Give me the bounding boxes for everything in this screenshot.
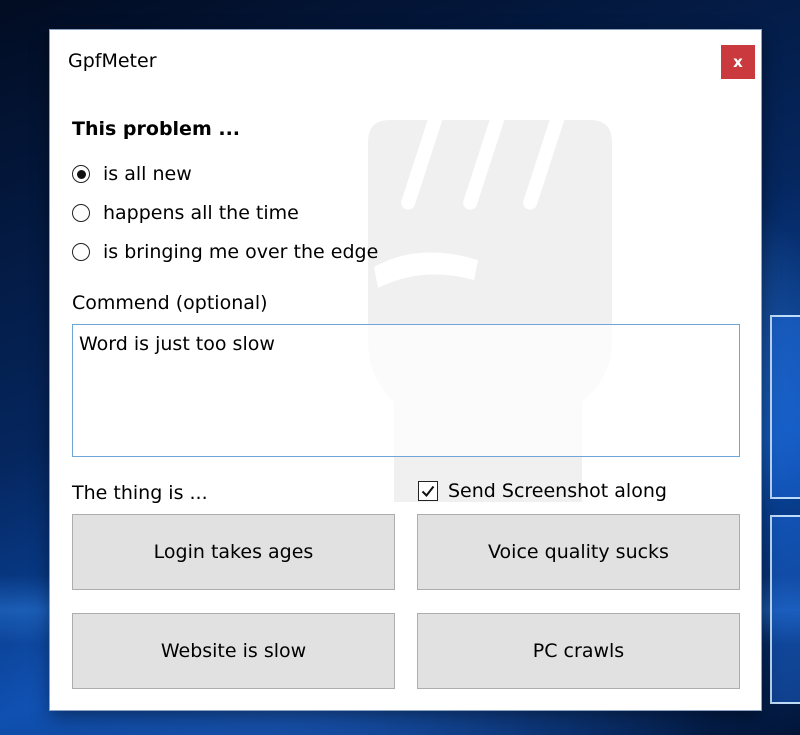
send-screenshot-label: Send Screenshot along xyxy=(448,480,667,502)
radio-button-selected[interactable] xyxy=(72,165,90,183)
checkmark-icon xyxy=(421,485,435,498)
checkbox-box[interactable] xyxy=(418,481,438,501)
login-takes-ages-button[interactable]: Login takes ages xyxy=(72,514,395,590)
windows-logo-pane xyxy=(770,515,800,704)
close-button[interactable]: x xyxy=(721,45,755,79)
radio-label: happens all the time xyxy=(103,202,299,224)
website-is-slow-button[interactable]: Website is slow xyxy=(72,613,395,689)
radio-happens-all-the-time[interactable]: happens all the time xyxy=(72,202,299,224)
radio-button[interactable] xyxy=(72,204,90,222)
radio-bringing-me-over-the-edge[interactable]: is bringing me over the edge xyxy=(72,241,378,263)
gpfmeter-dialog: GpfMeter x This problem ... is all new h… xyxy=(50,30,761,710)
send-screenshot-checkbox[interactable]: Send Screenshot along xyxy=(418,480,667,502)
radio-label: is all new xyxy=(103,163,192,185)
radio-label: is bringing me over the edge xyxy=(103,241,379,263)
comment-label: Commend (optional) xyxy=(72,292,268,314)
pc-crawls-button[interactable]: PC crawls xyxy=(417,613,740,689)
thing-label: The thing is ... xyxy=(72,482,208,504)
radio-is-all-new[interactable]: is all new xyxy=(72,163,192,185)
window-title: GpfMeter xyxy=(68,50,157,72)
radio-selected-dot xyxy=(76,169,86,179)
problem-heading: This problem ... xyxy=(72,118,241,140)
comment-textarea[interactable] xyxy=(72,324,740,457)
windows-logo-pane xyxy=(770,315,800,499)
radio-button[interactable] xyxy=(72,243,90,261)
voice-quality-sucks-button[interactable]: Voice quality sucks xyxy=(417,514,740,590)
